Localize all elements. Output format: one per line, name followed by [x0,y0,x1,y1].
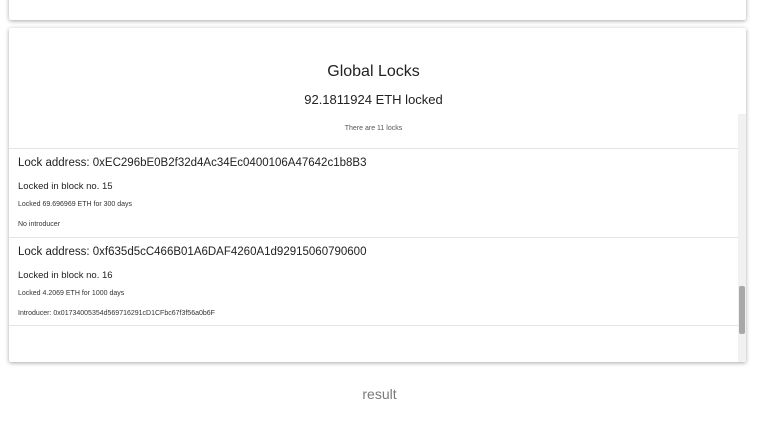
lock-address: Lock address: 0xf635d5cC466B01A6DAF4260A… [18,246,367,258]
lock-introducer: Introducer: 0x01734005354d569716291cD1CF… [18,310,215,317]
list-item: Lock address: 0xEC296bE0B2f32d4Ac34Ec040… [9,148,738,237]
result-label: result [362,386,397,402]
lock-block: Locked in block no. 15 [18,181,113,192]
lock-count: There are 11 locks [344,125,403,132]
lock-introducer: No introducer [18,221,61,228]
total-locked: 92.1811924 ETH locked [304,92,443,107]
lock-block: Locked in block no. 16 [18,270,113,281]
lock-address: Lock address: 0xEC296bE0B2f32d4Ac34Ec040… [18,157,367,169]
previous-card [9,0,746,20]
lock-list[interactable]: Lock address: 0xEC296bE0B2f32d4Ac34Ec040… [9,148,738,326]
scrollbar-thumb[interactable] [739,286,745,334]
page: Global Locks 92.1811924 ETH locked There… [0,0,759,427]
list-item: Lock address: 0xf635d5cC466B01A6DAF4260A… [9,237,738,326]
card-header: Global Locks 92.1811924 ETH locked There… [9,28,738,148]
lock-amount: Locked 4.2069 ETH for 1000 days [18,290,125,297]
card-title: Global Locks [327,63,420,80]
global-locks-card: Global Locks 92.1811924 ETH locked There… [9,28,746,362]
lock-amount: Locked 69.696969 ETH for 300 days [18,201,133,208]
scrollbar[interactable] [738,114,746,362]
